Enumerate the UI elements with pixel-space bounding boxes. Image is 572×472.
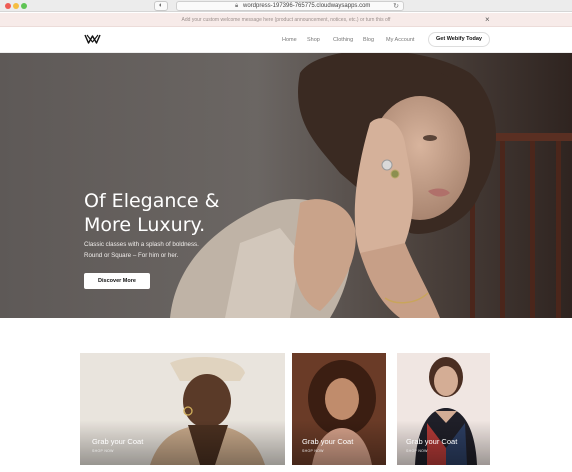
nav-clothing[interactable]: Clothing — [333, 27, 353, 53]
promo-card-3-link[interactable]: SHOP NOW — [406, 449, 428, 454]
address-url: wordpress-197396-765775.cloudwaysapps.co… — [243, 3, 371, 9]
promo-card-1-link[interactable]: SHOP NOW — [92, 449, 114, 454]
hero-banner: Of Elegance & More Luxury. Classic class… — [0, 53, 572, 318]
promo-card-1[interactable]: Grab your Coat SHOP NOW — [80, 353, 285, 465]
hero-title-line-1: Of Elegance & — [84, 190, 220, 212]
announcement-bar: Add your custom welcome message here (pr… — [0, 13, 572, 27]
site-header: Home Shop Clothing Blog My Account Get W… — [0, 27, 572, 53]
close-window-button[interactable] — [5, 3, 11, 9]
close-announcement-button[interactable]: × — [485, 13, 490, 27]
get-webify-button[interactable]: Get Webify Today — [428, 32, 490, 47]
nav-home[interactable]: Home — [282, 27, 297, 53]
promo-card-2-link[interactable]: SHOP NOW — [302, 449, 324, 454]
maximize-window-button[interactable] — [21, 3, 27, 9]
promo-card-2[interactable]: Grab your Coat SHOP NOW — [292, 353, 386, 465]
hero-title: Of Elegance & More Luxury. — [84, 189, 284, 237]
minimize-window-button[interactable] — [13, 3, 19, 9]
hero-subtitle: Classic classes with a splash of boldnes… — [84, 239, 264, 261]
browser-window: ◐ 🔒︎ wordpress-197396-765775.cloudwaysap… — [0, 0, 572, 472]
hero-title-line-2: More Luxury. — [84, 214, 206, 236]
promo-card-3[interactable]: Grab your Coat SHOP NOW — [397, 353, 490, 465]
discover-more-button[interactable]: Discover More — [84, 273, 150, 289]
hero-subtitle-line-2: Round or Square – For him or her. — [84, 252, 179, 259]
nav-blog[interactable]: Blog — [363, 27, 374, 53]
browser-titlebar: ◐ 🔒︎ wordpress-197396-765775.cloudwaysap… — [0, 0, 572, 12]
nav-my-account[interactable]: My Account — [386, 27, 414, 53]
address-bar[interactable]: 🔒︎ wordpress-197396-765775.cloudwaysapps… — [176, 1, 404, 11]
privacy-shield-icon[interactable]: ◐ — [154, 1, 168, 11]
nav-shop[interactable]: Shop — [307, 27, 320, 53]
promo-card-2-title[interactable]: Grab your Coat — [302, 437, 353, 446]
promo-card-1-title[interactable]: Grab your Coat — [92, 437, 143, 446]
lock-icon: 🔒︎ — [235, 3, 239, 9]
promo-cards-section: Grab your Coat SHOP NOW Grab your Coat S… — [0, 318, 572, 472]
promo-card-3-title[interactable]: Grab your Coat — [406, 437, 457, 446]
reload-icon[interactable]: ↻ — [393, 2, 399, 11]
hero-subtitle-line-1: Classic classes with a splash of boldnes… — [84, 241, 199, 248]
webify-logo-icon[interactable] — [84, 33, 101, 45]
